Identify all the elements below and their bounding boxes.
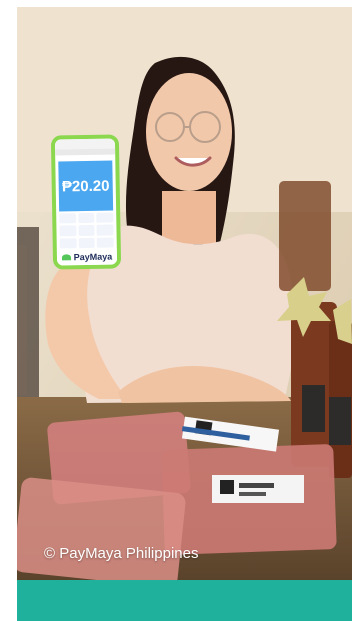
keypad-key [96, 212, 114, 224]
keypad-key [96, 237, 114, 248]
keypad-key [59, 225, 77, 237]
meat-pack-3 [17, 477, 186, 580]
qr-code-block-1 [220, 480, 234, 494]
bottle-back-group [279, 181, 331, 291]
keypad-key [77, 212, 95, 224]
paymaya-user-photo [17, 7, 352, 580]
sauce-bottle-right-label [329, 397, 351, 445]
photo-frame: ₱20.20 PayMaya © PayMaya Philippines [17, 7, 352, 580]
sauce-bottle-left-label [302, 385, 325, 432]
chair-slats [17, 245, 27, 395]
paymaya-logo-icon [61, 254, 71, 261]
paymaya-logo-text: PayMaya [73, 251, 113, 263]
photo-caption: © PayMaya Philippines [44, 545, 199, 562]
paymaya-phone: ₱20.20 PayMaya [50, 134, 122, 270]
keypad-key [78, 237, 96, 249]
payment-amount-display: ₱20.20 [58, 160, 114, 212]
phone-keypad [59, 212, 114, 249]
phone-status-bar [55, 148, 116, 156]
label-text-line-1 [239, 483, 274, 488]
keypad-key [96, 224, 114, 236]
paymaya-logo: PayMaya [56, 248, 118, 266]
keypad-key [59, 237, 77, 249]
keypad-key [78, 225, 95, 236]
accent-bottom-bar [17, 580, 352, 621]
label-text-line-2 [239, 492, 266, 496]
neck [162, 191, 216, 244]
keypad-key [59, 213, 77, 224]
